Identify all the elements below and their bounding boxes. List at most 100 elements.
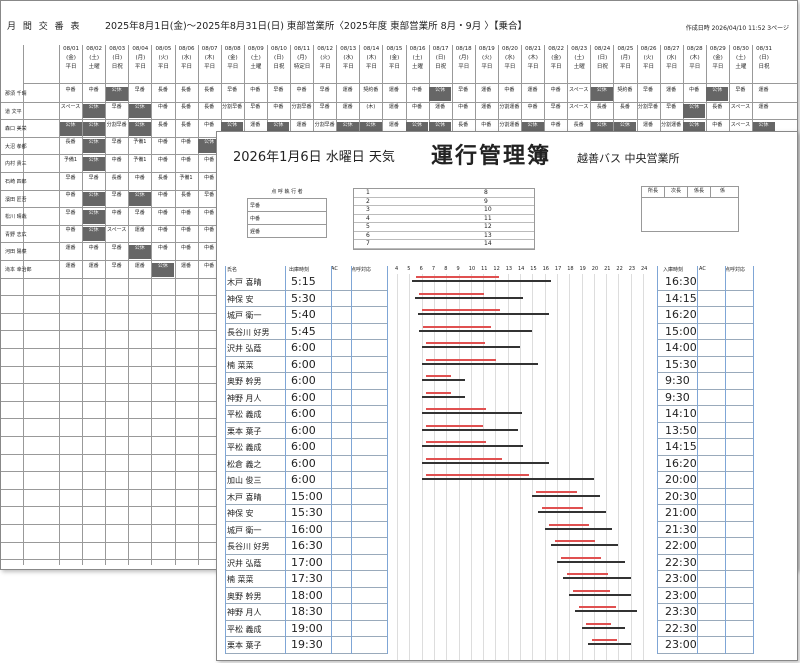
departure-time: 16:00: [291, 522, 323, 536]
hour-grid-line: [593, 274, 595, 660]
roster-cell: 中番: [65, 227, 76, 234]
duty-bar-red: [425, 408, 486, 410]
return-time: 15:00: [665, 324, 697, 338]
return-time: 21:30: [665, 522, 697, 536]
day-date: 08/15: [386, 46, 403, 52]
return-time: 20:00: [665, 473, 697, 486]
return-time: 14:00: [665, 341, 697, 354]
return-time: 14:15: [665, 291, 697, 305]
roster-cell: 中番: [157, 139, 168, 146]
roster-cell: 公休: [82, 104, 105, 119]
duty-bar: [417, 313, 549, 315]
driver-row: 栗本 葉子 6:00: [225, 423, 387, 439]
roster-cell: 早番: [111, 104, 122, 111]
roster-cell: 中番: [411, 86, 422, 93]
col-header-start: 出庫時刻: [289, 267, 310, 273]
hour-grid-line: [397, 274, 398, 660]
driver-row: 栗本 葉子 19:30: [225, 637, 387, 654]
roster-cell: 中番: [180, 209, 191, 216]
hour-tick-label: 6: [419, 266, 423, 272]
driver-name: 沢井 弘蔭: [227, 344, 262, 353]
roster-day-header: 08/13 (水) 平日: [336, 45, 359, 83]
duty-bar: [421, 478, 594, 480]
day-date: 08/23: [571, 46, 588, 52]
roster-day-header: 08/29 (金) 平日: [705, 45, 729, 83]
roster-cell: 公休: [590, 86, 613, 101]
return-time: 16:30: [665, 275, 697, 288]
duty-bar: [563, 577, 631, 579]
roster-cell: 中番: [111, 209, 122, 216]
day-type: 平日: [388, 64, 400, 70]
roster-range: 2025年8月1日(金)～2025年8月31日(日) 東部営業所〈2025年度 …: [105, 21, 527, 32]
roster-day-header: 08/22 (金) 平日: [544, 45, 567, 83]
departure-time: 17:30: [291, 572, 323, 585]
day-type: 土曜: [250, 64, 262, 70]
roster-cell: 早番: [319, 104, 330, 111]
day-weekday: (土): [89, 55, 100, 61]
duty-bar: [421, 412, 523, 414]
day-date: 08/27: [663, 46, 680, 52]
roster-cell: 中番: [504, 86, 515, 93]
roster-name: 河田 陽菜: [5, 249, 27, 256]
duty-bar-red: [425, 457, 502, 460]
duty-bar-red: [591, 639, 618, 641]
day-type: 平日: [550, 64, 562, 70]
duty-bar: [421, 395, 465, 398]
roster-day-header: 08/19 (火) 平日: [474, 45, 498, 83]
day-type: 平日: [342, 64, 354, 70]
table-col-line: [725, 266, 726, 654]
departure-time: 19:00: [291, 621, 323, 635]
departure-time: 6:00: [291, 456, 316, 470]
driver-row: 奥野 幹男 6:00: [225, 373, 387, 390]
day-weekday: (木): [689, 55, 700, 61]
departure-time: 5:15: [291, 275, 316, 288]
driver-row: 加山 俊三 6:00: [225, 472, 387, 489]
day-weekday: (木): [204, 55, 215, 61]
hour-tick-label: 23: [628, 266, 636, 272]
return-time: 9:30: [665, 390, 690, 404]
roster-cell: 長番: [157, 174, 168, 181]
day-type: 平日: [181, 64, 193, 70]
roster-header-line: [23, 83, 797, 84]
log-company: 越善バス 中央営業所: [577, 152, 680, 165]
roster-cell: 中番: [180, 244, 191, 251]
driver-name: 木戸 喜晴: [227, 278, 262, 287]
roster-cell: 中番: [88, 244, 99, 251]
roster-cell: 運番: [388, 86, 399, 93]
departure-time: 6:00: [291, 374, 316, 387]
roster-name: 内村 貴三: [5, 161, 27, 168]
day-weekday: (日): [435, 55, 446, 61]
day-weekday: (日): [112, 55, 123, 61]
departure-time: 15:00: [291, 489, 323, 503]
roster-cell: 運番: [388, 104, 399, 111]
col-header-alcohol2: 点呼対応: [725, 267, 746, 273]
roster-cell: 予備1: [179, 174, 193, 181]
duty-bar-red: [416, 276, 500, 278]
roster-cell: 中番: [550, 86, 561, 93]
day-weekday: (水): [181, 55, 192, 61]
duty-bar: [421, 379, 465, 381]
day-type: 平日: [643, 64, 655, 70]
hour-tick-label: 17: [554, 266, 562, 272]
hour-grid-line: [581, 274, 583, 660]
roster-cell: 分割運番: [499, 104, 520, 111]
roster-cell: 運番: [481, 104, 492, 111]
day-type: 特定日: [293, 64, 311, 70]
roster-cell: 長番: [204, 86, 215, 93]
hour-tick-label: 9: [456, 266, 460, 272]
roster-cell: 契約番: [617, 86, 633, 93]
day-weekday: (金): [389, 55, 400, 61]
roster-row: 那須 千晴 中番 中番 公休 早番 長番 長番 長番 早番 中番 早番 中番 早番 運番 契約番 運番 中番 公休…: [1, 85, 797, 103]
duty-bar: [538, 511, 607, 513]
vehicle-number-row: 5 12: [354, 223, 534, 232]
roster-cell: 中番: [411, 104, 422, 111]
roster-cell: 中番: [250, 86, 261, 93]
hour-tick-label: 11: [481, 266, 488, 272]
driver-row: 楠 菜菜 6:00: [225, 357, 387, 373]
return-time: 14:15: [665, 440, 697, 453]
day-type: 日祝: [435, 64, 447, 70]
day-date: 08/14: [363, 46, 380, 52]
day-type: 平日: [227, 64, 239, 70]
roster-cell: 公休: [82, 139, 105, 154]
return-time: 23:00: [665, 638, 697, 651]
